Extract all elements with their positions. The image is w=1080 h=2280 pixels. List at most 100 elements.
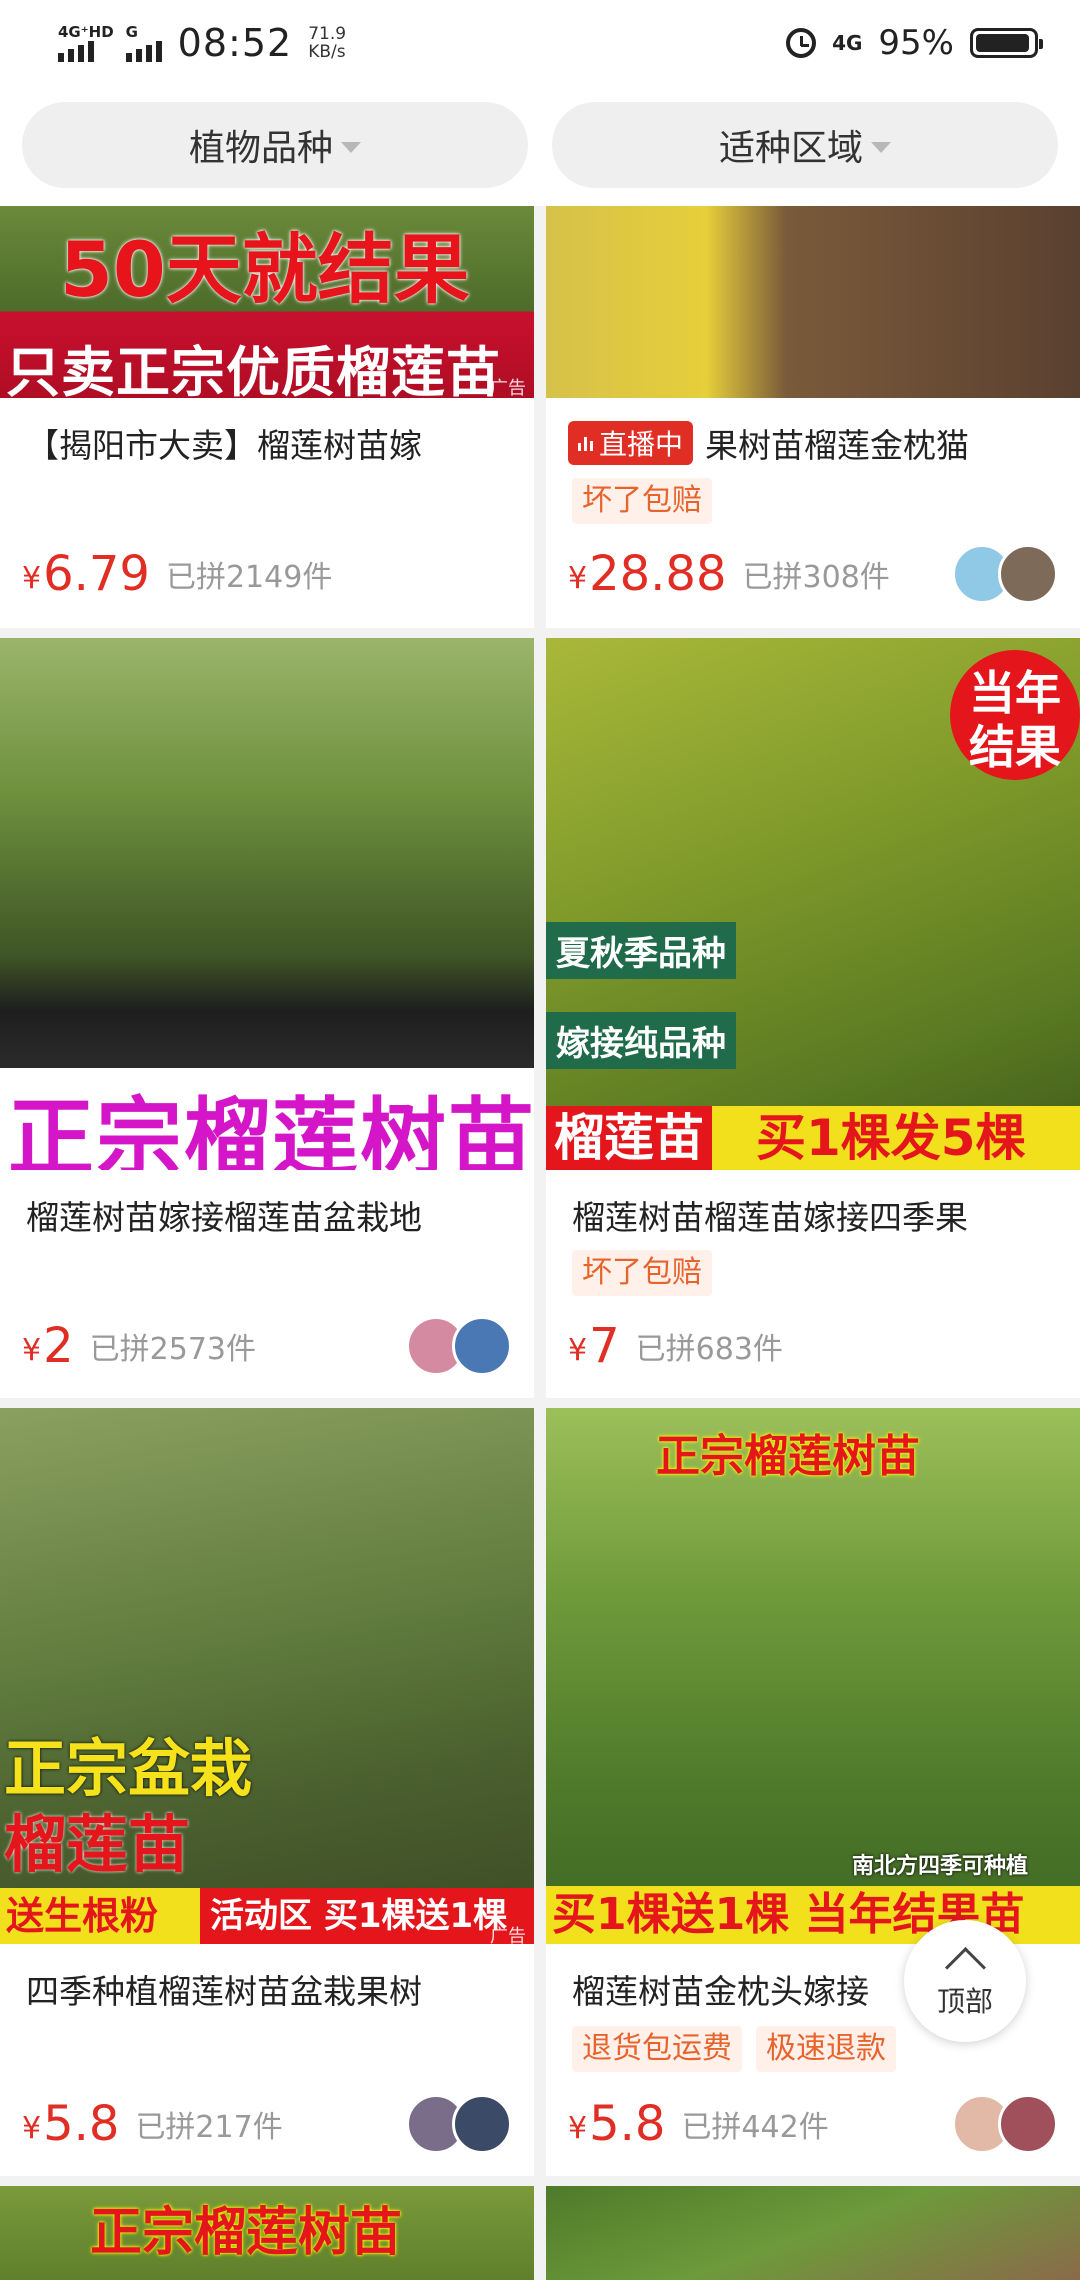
caret-down-icon: [871, 141, 891, 153]
mobile-data-icon: 4G: [832, 31, 863, 55]
alarm-icon: [786, 28, 817, 58]
product-title: 榴莲树苗嫁接榴莲苗盆栽地: [26, 1198, 422, 1237]
currency-symbol: ¥: [22, 1332, 42, 1368]
price: 6.79: [43, 546, 150, 602]
avatar: [452, 1316, 512, 1376]
tag: 坏了包赔: [572, 1250, 712, 1296]
badge: 当年结果: [969, 666, 1061, 774]
battery-percent: 95%: [878, 23, 954, 63]
currency-symbol: ¥: [568, 560, 588, 596]
price: 2: [43, 1318, 74, 1374]
product-title: 【揭阳市大卖】榴莲树苗嫁: [26, 426, 422, 465]
currency-symbol: ¥: [568, 1332, 588, 1368]
filter-region-label: 适种区域: [718, 128, 863, 169]
avatar: [998, 544, 1058, 604]
network-speed-unit: KB/s: [308, 42, 346, 62]
status-left: 4G⁺HD G 08:52 71.9 KB/s: [58, 18, 346, 68]
product-card[interactable]: 当年结果 夏秋季品种 嫁接纯品种 榴莲苗 买1棵发5棵 榴莲树苗榴莲苗嫁接四季果…: [546, 638, 1080, 1398]
sold-count: 已拼2573件: [89, 1332, 256, 1367]
currency-symbol: ¥: [22, 2110, 42, 2146]
potted-seedlings-row-photo: 正宗榴莲树苗: [0, 638, 534, 1170]
image-banner-bottom: 正宗榴莲树苗: [8, 1089, 534, 1170]
durian-fruit-pots-photo: [546, 206, 1080, 398]
price-row: ¥ 2 已拼2573件: [22, 1316, 512, 1376]
man-with-durian-photo: 正宗盆栽 榴莲苗 送生根粉 活动区 买1棵送1棵 广告: [0, 1408, 534, 1944]
price-row: ¥ 28.88 已拼308件: [568, 544, 1058, 604]
product-title: 四季种植榴莲树苗盆栽果树: [26, 1972, 422, 2011]
sold-count: 已拼308件: [742, 560, 890, 595]
sold-count: 已拼442件: [681, 2110, 829, 2145]
back-to-top-button[interactable]: 顶部: [904, 1920, 1026, 2042]
image-banner-right: 买1棵发5棵: [756, 1109, 1026, 1167]
product-card[interactable]: 正宗榴莲树苗 南北方四季可种植 买1棵送1棵 当年结果苗 榴莲树苗金枕头嫁接 苗…: [546, 1408, 1080, 2176]
tag-list: 退货包运费 极速退款: [572, 2026, 896, 2072]
price: 7: [589, 1318, 620, 1374]
signal-label-2: G: [125, 23, 138, 41]
avatar: [998, 2094, 1058, 2154]
product-card[interactable]: 正宗盆栽 榴莲苗 送生根粉 活动区 买1棵送1棵 广告 四季种植榴莲树苗盆栽果树…: [0, 1408, 534, 2176]
filter-bar: 植物品种 适种区域: [0, 86, 1080, 206]
signal-icon: 4G⁺HD: [58, 24, 114, 62]
network-speed-value: 71.9: [308, 24, 347, 44]
price: 28.88: [589, 546, 727, 602]
sold-count: 已拼2149件: [165, 560, 333, 595]
tag: 坏了包赔: [572, 478, 712, 524]
filter-plant-variety-label: 植物品种: [188, 128, 333, 169]
image-banner-left: 送生根粉: [6, 1894, 159, 1938]
image-banner-left: 榴莲苗: [546, 1106, 712, 1170]
product-card[interactable]: [546, 2186, 1080, 2280]
product-title-row: 直播中 果树苗榴莲金枕猫: [568, 418, 1058, 468]
live-badge: 直播中: [568, 421, 694, 465]
sold-count: 已拼217件: [135, 2110, 283, 2145]
image-small-text: 南北方四季可种植: [852, 1854, 1029, 1879]
product-card[interactable]: 正宗榴莲树苗: [0, 2186, 534, 2280]
product-title: 榴莲树苗金枕头嫁接: [572, 1972, 869, 2011]
filter-region[interactable]: 适种区域: [552, 102, 1058, 188]
product-card[interactable]: 50天就结果 只卖正宗优质榴莲苗 广告 【揭阳市大卖】榴莲树苗嫁 ¥ 6.79 …: [0, 206, 534, 628]
clock: 08:52: [177, 21, 293, 65]
image-banner-top: 50天就结果: [60, 225, 470, 314]
status-right: 4G 95%: [786, 18, 1043, 68]
price: 5.8: [43, 2096, 120, 2152]
tag-list: 坏了包赔: [572, 478, 712, 524]
image-banner-right: 活动区 买1棵送1棵: [200, 1888, 534, 1944]
woman-holding-durian-photo: 正宗榴莲树苗 南北方四季可种植 买1棵送1棵 当年结果苗: [546, 1408, 1080, 1944]
tag-list: 坏了包赔: [572, 1250, 712, 1296]
caret-down-icon: [341, 141, 361, 153]
signal-icon-2: G: [125, 23, 162, 62]
network-speed: 71.9 KB/s: [308, 25, 346, 61]
price-row: ¥ 5.8 已拼217件: [22, 2094, 512, 2154]
price-row: ¥ 7 已拼683件: [568, 1316, 1058, 1376]
price-row: ¥ 6.79 已拼2149件: [22, 544, 512, 604]
live-label: 直播中: [599, 428, 684, 461]
buyer-avatars: [406, 2094, 512, 2154]
product-title: 果树苗榴莲金枕猫: [705, 426, 970, 465]
price-row: ¥ 5.8 已拼442件: [568, 2094, 1058, 2154]
image-label-1: 夏秋季品种: [546, 922, 736, 979]
durian-on-tree-photo: 当年结果 夏秋季品种 嫁接纯品种 榴莲苗 买1棵发5棵: [546, 638, 1080, 1170]
image-banner-bottom: 只卖正宗优质榴莲苗: [6, 341, 501, 398]
tag: 退货包运费: [572, 2026, 742, 2072]
durian-tree-photo: 正宗榴莲树苗: [0, 2186, 534, 2280]
currency-symbol: ¥: [22, 560, 42, 596]
filter-plant-variety[interactable]: 植物品种: [22, 102, 528, 188]
signal-label: 4G⁺HD: [58, 23, 114, 41]
product-title: 榴莲树苗榴莲苗嫁接四季果: [572, 1198, 968, 1237]
buyer-avatars: [406, 1316, 512, 1376]
status-bar: 4G⁺HD G 08:52 71.9 KB/s 4G 95%: [0, 0, 1080, 86]
image-overlay-2: 榴莲苗: [4, 1808, 191, 1881]
product-card[interactable]: 直播中 果树苗榴莲金枕猫 坏了包赔 ¥ 28.88 已拼308件: [546, 206, 1080, 628]
durian-seedling-photo: 50天就结果 只卖正宗优质榴莲苗 广告: [0, 206, 534, 398]
product-card[interactable]: 正宗榴莲树苗 榴莲树苗嫁接榴莲苗盆栽地 ¥ 2 已拼2573件: [0, 638, 534, 1398]
buyer-avatars: [952, 2094, 1058, 2154]
tag: 极速退款: [756, 2026, 896, 2072]
currency-symbol: ¥: [568, 2110, 588, 2146]
ad-label: 广告: [490, 378, 526, 398]
price: 5.8: [589, 2096, 666, 2152]
durian-leaves-photo: [546, 2186, 1080, 2280]
image-label-2: 嫁接纯品种: [546, 1012, 736, 1069]
avatar: [452, 2094, 512, 2154]
sold-count: 已拼683件: [635, 1332, 783, 1367]
image-banner-top: 正宗榴莲树苗: [656, 1431, 920, 1482]
buyer-avatars: [952, 544, 1058, 604]
